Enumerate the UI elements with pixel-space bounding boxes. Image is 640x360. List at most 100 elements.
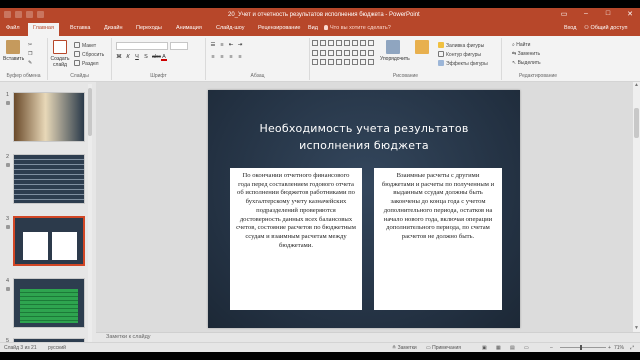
cut-icon[interactable]: ✂ xyxy=(28,42,32,48)
shape-icon[interactable] xyxy=(360,40,366,46)
shape-outline-button[interactable]: Контур фигуры xyxy=(438,51,481,58)
format-painter-icon[interactable]: ✎ xyxy=(28,60,32,66)
shapes-gallery[interactable] xyxy=(312,40,374,68)
shape-effects-button[interactable]: Эффекты фигуры xyxy=(438,60,488,67)
left-text-box[interactable]: По окончании отчетного финансового года … xyxy=(230,168,362,310)
shape-icon[interactable] xyxy=(368,49,374,56)
shape-icon[interactable] xyxy=(368,59,374,66)
shape-icon[interactable] xyxy=(320,59,326,66)
maximize-icon[interactable]: □ xyxy=(602,10,614,18)
slide-sorter-icon[interactable]: ▦ xyxy=(496,345,501,351)
tab-insert[interactable]: Вставка xyxy=(70,25,90,31)
shape-icon[interactable] xyxy=(352,59,358,66)
tab-design[interactable]: Дизайн xyxy=(104,25,123,31)
shape-icon[interactable] xyxy=(312,59,318,66)
replace-button[interactable]: ⇆ Заменить xyxy=(512,51,540,57)
reading-view-icon[interactable]: ▤ xyxy=(510,345,515,351)
shape-icon[interactable] xyxy=(368,40,374,46)
numbering-icon[interactable]: ≡ xyxy=(219,42,225,49)
shape-icon[interactable] xyxy=(320,40,326,46)
font-color-icon[interactable]: A xyxy=(161,54,167,61)
shape-icon[interactable] xyxy=(328,40,334,46)
shape-icon[interactable] xyxy=(312,40,318,46)
decrease-indent-icon[interactable]: ⇤ xyxy=(228,42,234,49)
close-icon[interactable]: ✕ xyxy=(624,10,636,18)
shape-icon[interactable] xyxy=(344,49,350,56)
shape-icon[interactable] xyxy=(344,59,350,66)
reset-button[interactable]: Сбросить xyxy=(74,51,104,58)
shape-icon[interactable] xyxy=(328,49,334,56)
shape-icon[interactable] xyxy=(352,40,358,46)
scroll-down-icon[interactable]: ▼ xyxy=(634,326,639,331)
shape-icon[interactable] xyxy=(312,49,318,56)
editor-scroll-thumb[interactable] xyxy=(634,108,639,138)
tab-file[interactable]: Файл xyxy=(6,25,20,31)
minimize-icon[interactable]: – xyxy=(580,10,592,18)
tell-me-box[interactable]: Что вы хотите сделать? xyxy=(324,25,391,31)
shape-icon[interactable] xyxy=(320,49,326,56)
zoom-level[interactable]: 71% xyxy=(614,345,624,351)
bold-icon[interactable]: Ж xyxy=(116,54,122,61)
tab-home[interactable]: Главная xyxy=(28,23,59,36)
current-slide[interactable]: Необходимость учета результатов исполнен… xyxy=(208,90,520,328)
section-button[interactable]: Раздел xyxy=(74,60,99,67)
start-slideshow-icon[interactable] xyxy=(37,11,44,18)
language-indicator[interactable]: русский xyxy=(48,345,66,351)
thumbnails-scroll-thumb[interactable] xyxy=(88,88,92,136)
tab-transitions[interactable]: Переходы xyxy=(136,25,162,31)
zoom-slider[interactable] xyxy=(560,347,606,348)
shape-icon[interactable] xyxy=(336,49,342,56)
font-size-select[interactable] xyxy=(170,42,188,50)
align-center-icon[interactable]: ≡ xyxy=(219,54,225,61)
shape-icon[interactable] xyxy=(360,49,366,56)
slideshow-view-icon[interactable]: ▭ xyxy=(524,345,529,351)
increase-indent-icon[interactable]: ⇥ xyxy=(237,42,243,49)
find-button[interactable]: ⌕ Найти xyxy=(512,42,530,48)
share-button[interactable]: ⚇ Общий доступ xyxy=(584,25,627,31)
shadow-icon[interactable]: S xyxy=(143,54,149,61)
shape-fill-button[interactable]: Заливка фигуры xyxy=(438,42,484,49)
layout-button[interactable]: Макет xyxy=(74,42,96,49)
quick-styles-button[interactable] xyxy=(410,40,434,56)
shape-icon[interactable] xyxy=(336,59,342,66)
shape-icon[interactable] xyxy=(360,59,366,66)
ribbon-options-icon[interactable]: ▭ xyxy=(558,10,570,18)
tab-view[interactable]: Вид xyxy=(308,25,318,31)
thumbnails-scrollbar[interactable] xyxy=(88,84,92,342)
shape-icon[interactable] xyxy=(352,49,358,56)
align-right-icon[interactable]: ≡ xyxy=(228,54,234,61)
right-text-box[interactable]: Взаимные расчеты с другими бюджетами и р… xyxy=(374,168,502,310)
underline-icon[interactable]: Ч xyxy=(134,54,140,61)
slide-title[interactable]: Необходимость учета результатов исполнен… xyxy=(208,120,520,154)
undo-icon[interactable] xyxy=(15,11,22,18)
copy-icon[interactable]: ❐ xyxy=(28,51,32,57)
zoom-out-icon[interactable]: – xyxy=(550,345,553,351)
zoom-in-icon[interactable]: + xyxy=(608,345,611,351)
justify-icon[interactable]: ≡ xyxy=(237,54,243,61)
tab-slideshow[interactable]: Слайд-шоу xyxy=(216,25,245,31)
new-slide-button[interactable]: Создать слайд xyxy=(50,40,70,68)
normal-view-icon[interactable]: ▣ xyxy=(482,345,487,351)
zoom-slider-handle[interactable] xyxy=(580,345,582,350)
shape-icon[interactable] xyxy=(328,59,334,66)
shape-icon[interactable] xyxy=(344,40,350,46)
notes-pane[interactable]: Заметки к слайду xyxy=(96,332,640,342)
fit-to-window-icon[interactable]: ⤢ xyxy=(630,345,634,351)
editor-scrollbar[interactable]: ▲ ▼ xyxy=(633,82,640,332)
sign-in-link[interactable]: Вход xyxy=(564,25,576,31)
strikethrough-icon[interactable]: abc xyxy=(152,54,161,61)
tab-animations[interactable]: Анимация xyxy=(176,25,202,31)
bullets-icon[interactable]: ☰ xyxy=(210,42,216,49)
align-left-icon[interactable]: ≡ xyxy=(210,54,216,61)
comments-toggle-button[interactable]: ▭ Примечания xyxy=(426,345,461,351)
italic-icon[interactable]: К xyxy=(125,54,131,61)
paste-button[interactable]: Вставить xyxy=(3,40,24,62)
shape-icon[interactable] xyxy=(336,40,342,46)
save-icon[interactable] xyxy=(4,11,11,18)
select-button[interactable]: ↖ Выделить xyxy=(512,60,541,66)
scroll-up-icon[interactable]: ▲ xyxy=(634,83,639,88)
notes-toggle-button[interactable]: ≙ Заметки xyxy=(392,345,417,351)
redo-icon[interactable] xyxy=(26,11,33,18)
tab-review[interactable]: Рецензирование xyxy=(258,25,300,31)
arrange-button[interactable]: Упорядочить xyxy=(380,40,410,62)
